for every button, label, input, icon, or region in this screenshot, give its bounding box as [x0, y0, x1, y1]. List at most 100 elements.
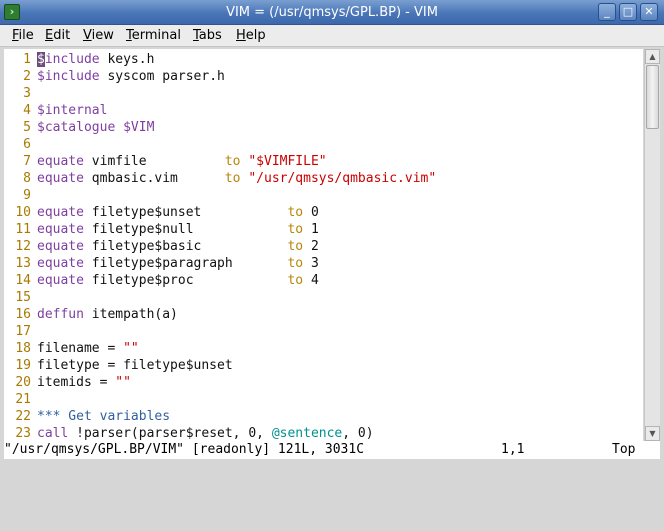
line-number: 5 — [23, 120, 31, 135]
code-line[interactable]: 7 equate vimfile to "$VIMFILE" — [4, 153, 327, 170]
code-token: equate — [37, 273, 84, 288]
code-token: "/usr/qmsys/qmbasic.vim" — [248, 171, 437, 186]
code-line[interactable]: 11 equate filetype$null to 1 — [4, 221, 318, 238]
scrollbar-thumb[interactable] — [646, 65, 659, 129]
code-line[interactable]: 17 — [4, 323, 37, 340]
menu-view[interactable]: View — [83, 28, 114, 44]
code-token: @sentence — [271, 426, 343, 441]
line-number: 16 — [15, 307, 31, 322]
line-number: 7 — [23, 154, 31, 169]
code-token: $include — [37, 69, 100, 84]
line-number: 3 — [23, 86, 31, 101]
code-token: to — [224, 154, 241, 169]
minimize-icon: _ — [604, 5, 610, 18]
code-token: equate — [37, 239, 84, 254]
line-number: 17 — [15, 324, 31, 339]
menu-file[interactable]: File — [12, 28, 34, 44]
title-bar[interactable]: › VIM = (/usr/qmsys/GPL.BP) - VIM _ □ ✕ — [0, 0, 664, 25]
status-message: "/usr/qmsys/GPL.BP/VIM" [readonly] 121L,… — [4, 442, 365, 457]
code-token: equate — [37, 154, 84, 169]
code-token: call — [37, 426, 69, 441]
line-number: 20 — [15, 375, 31, 390]
minimize-button[interactable]: _ — [598, 3, 616, 21]
code-token: equate — [37, 222, 84, 237]
vim-window: › VIM = (/usr/qmsys/GPL.BP) - VIM _ □ ✕ … — [0, 0, 664, 463]
menu-terminal[interactable]: Terminal — [126, 28, 181, 44]
line-number: 22 — [15, 409, 31, 424]
scroll-down-button[interactable]: ▼ — [645, 426, 660, 441]
line-number: 18 — [15, 341, 31, 356]
code-token: itemids = — [37, 375, 116, 390]
code-line[interactable]: 8 equate qmbasic.vim to "/usr/qmsys/qmbas… — [4, 170, 436, 187]
code-token: filetype$paragraph — [83, 256, 288, 271]
code-token: filetype$unset — [83, 205, 288, 220]
code-token: to — [287, 239, 304, 254]
line-number: 21 — [15, 392, 31, 407]
code-token: 0 — [310, 205, 319, 220]
code-token: "" — [115, 375, 131, 390]
line-number: 4 — [23, 103, 31, 118]
code-line[interactable]: 13 equate filetype$paragraph to 3 — [4, 255, 318, 272]
code-line[interactable]: 4 $internal — [4, 102, 107, 119]
line-number: 6 — [23, 137, 31, 152]
window-title: VIM = (/usr/qmsys/GPL.BP) - VIM — [226, 5, 438, 20]
menu-help[interactable]: Help — [236, 28, 266, 44]
code-line[interactable]: 21 — [4, 391, 37, 408]
code-token: filetype$null — [83, 222, 288, 237]
code-token: to — [224, 171, 241, 186]
line-number: 9 — [23, 188, 31, 203]
vertical-scrollbar[interactable]: ▲ ▼ — [644, 49, 660, 441]
line-number: 15 — [15, 290, 31, 305]
code-token: filename = — [37, 341, 124, 356]
code-token: $catalogue $VIM — [37, 120, 155, 135]
code-token: to — [287, 256, 304, 271]
code-line[interactable]: 22 *** Get variables — [4, 408, 170, 425]
code-line[interactable]: 14 equate filetype$proc to 4 — [4, 272, 319, 289]
code-token: equate — [37, 256, 84, 271]
code-token: $include — [37, 52, 100, 67]
maximize-button[interactable]: □ — [619, 3, 637, 21]
code-line[interactable]: 12 equate filetype$basic to 2 — [4, 238, 319, 255]
code-token: "" — [123, 341, 139, 356]
menu-bar: File Edit View Terminal Tabs Help — [0, 25, 664, 47]
code-line[interactable]: 9 — [4, 187, 37, 204]
menu-edit[interactable]: Edit — [45, 28, 70, 44]
close-button[interactable]: ✕ — [640, 3, 658, 21]
code-token-rest: include — [44, 52, 100, 67]
scroll-up-button[interactable]: ▲ — [645, 49, 660, 64]
code-line[interactable]: 19 filetype = filetype$unset — [4, 357, 233, 374]
code-line[interactable]: 23 call !parser(parser$reset, 0, @sentenc… — [4, 425, 373, 441]
line-number: 8 — [23, 171, 31, 186]
code-line[interactable]: 5 $catalogue $VIM — [4, 119, 154, 136]
code-token: 4 — [310, 273, 319, 288]
code-line[interactable]: 2 $include syscom parser.h — [4, 68, 225, 85]
line-number: 12 — [15, 239, 31, 254]
code-line[interactable]: 6 — [4, 136, 37, 153]
menu-tabs[interactable]: Tabs — [193, 28, 222, 44]
code-line[interactable]: 16 deffun itempath(a) — [4, 306, 178, 323]
line-number: 23 — [15, 426, 31, 441]
code-line[interactable]: 10 equate filetype$unset to 0 — [4, 204, 319, 221]
code-token: 2 — [310, 239, 319, 254]
code-token: qmbasic.vim — [83, 171, 225, 186]
code-line[interactable]: 3 — [4, 85, 37, 102]
code-line[interactable]: 20 itemids = "" — [4, 374, 131, 391]
code-token: filetype$basic — [83, 239, 288, 254]
code-token: vimfile — [83, 154, 225, 169]
code-line[interactable]: 15 — [4, 289, 37, 306]
code-line[interactable]: 1 $include keys.h — [4, 51, 154, 68]
code-token: equate — [37, 205, 84, 220]
line-number: 2 — [23, 69, 31, 84]
arrow-down-icon: ▼ — [649, 429, 656, 438]
code-token: !parser(parser$reset, 0, — [68, 426, 272, 441]
code-token: filetype = filetype$unset — [37, 358, 233, 373]
close-icon: ✕ — [644, 5, 654, 18]
code-token: "$VIMFILE" — [248, 154, 327, 169]
code-line[interactable]: 18 filename = "" — [4, 340, 139, 357]
maximize-icon: □ — [622, 5, 634, 18]
editor-buffer[interactable]: 1 $include keys.h 2 $include syscom parser.… — [4, 49, 643, 441]
